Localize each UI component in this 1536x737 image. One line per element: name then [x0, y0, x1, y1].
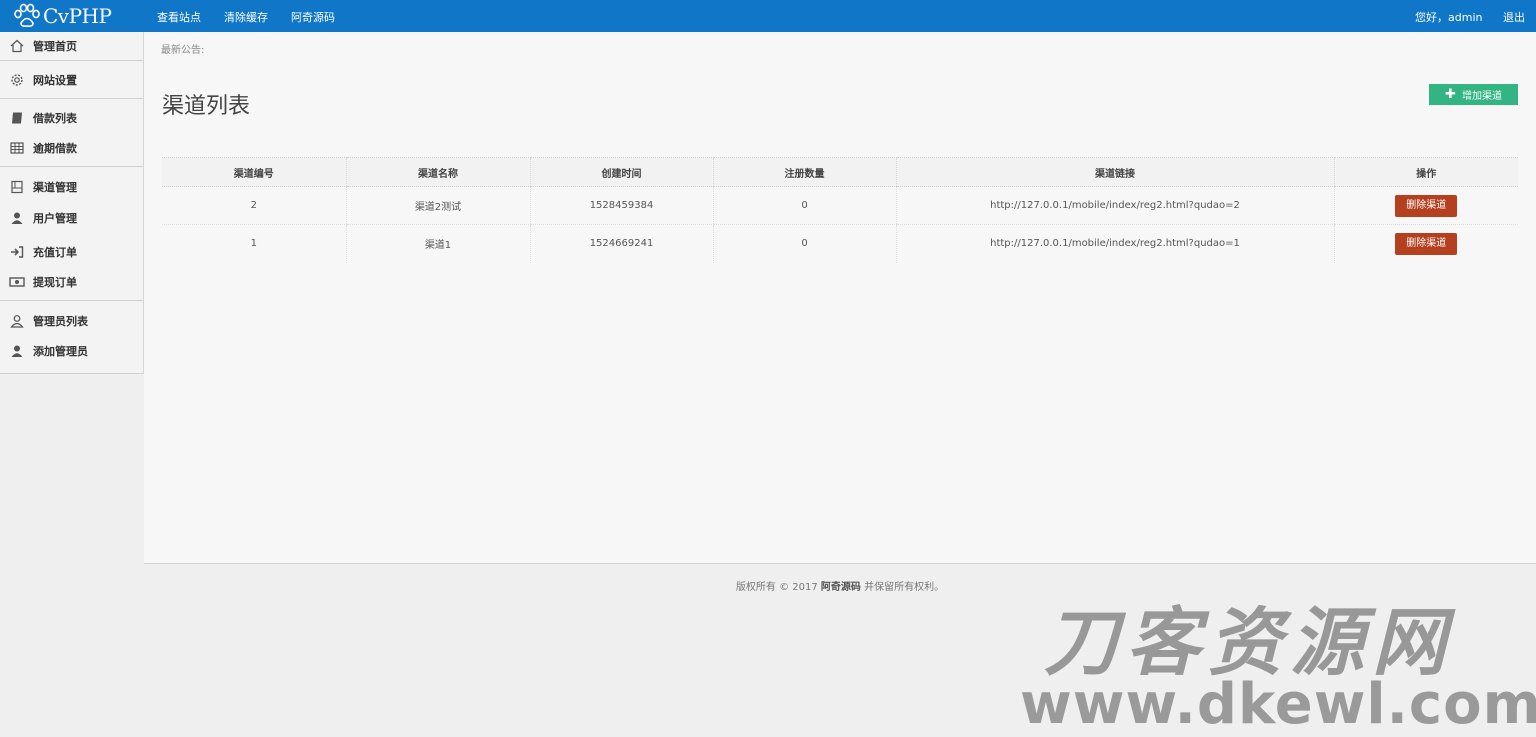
grid-icon — [9, 140, 25, 156]
money-icon — [9, 274, 25, 290]
sidebar-item-channels[interactable]: 渠道管理 — [0, 173, 143, 201]
sidebar-item-label: 借款列表 — [33, 112, 77, 125]
add-channel-label: 增加渠道 — [1461, 91, 1502, 102]
cell-actions: 删除渠道 — [1333, 224, 1518, 263]
sidebar-divider — [0, 166, 143, 167]
brand-logo[interactable]: CvPHP — [12, 3, 112, 29]
sidebar-divider — [0, 60, 143, 61]
sidebar-item-label: 网站设置 — [33, 74, 77, 87]
book-icon — [9, 110, 25, 126]
nav-aqi-source[interactable]: 阿奇源码 — [291, 9, 335, 25]
cell-channel-link: http://127.0.0.1/mobile/index/reg2.html?… — [895, 224, 1334, 263]
cell-created-time: 1528459384 — [529, 186, 713, 225]
footer-brand-link[interactable]: 阿奇源码 — [821, 582, 861, 593]
channel-table: 渠道编号 渠道名称 创建时间 注册数量 渠道链接 操作 2 渠道2测试 1528… — [162, 157, 1518, 263]
gear-icon — [9, 72, 25, 88]
cell-channel-name: 渠道1 — [345, 224, 530, 263]
cell-created-time: 1524669241 — [529, 224, 713, 263]
sidebar-divider — [0, 98, 143, 99]
signin-icon — [9, 244, 25, 260]
add-channel-button[interactable]: ✚ 增加渠道 — [1429, 84, 1518, 105]
table-header-row: 渠道编号 渠道名称 创建时间 注册数量 渠道链接 操作 — [162, 157, 1518, 187]
table-row: 1 渠道1 1524669241 0 http://127.0.0.1/mobi… — [162, 224, 1518, 263]
sidebar-item-admin-list[interactable]: 管理员列表 — [0, 307, 143, 335]
col-header-channel-link[interactable]: 渠道链接 — [895, 157, 1334, 187]
main-content: 最新公告: 渠道列表 ✚ 增加渠道 渠道编号 渠道名称 创建时间 注册数量 渠道… — [144, 32, 1536, 564]
table-row: 2 渠道2测试 1528459384 0 http://127.0.0.1/mo… — [162, 186, 1518, 225]
delete-channel-button[interactable]: 删除渠道 — [1395, 232, 1458, 255]
col-header-actions: 操作 — [1333, 157, 1518, 187]
footer-copyright: 版权所有 © 2017 — [735, 582, 818, 593]
delete-channel-button[interactable]: 删除渠道 — [1395, 194, 1458, 217]
watermark-text-en: www.dkewl.com — [1020, 672, 1536, 737]
user-outline-icon — [9, 313, 25, 329]
page-title: 渠道列表 — [162, 94, 251, 119]
sidebar-divider — [0, 300, 143, 301]
sidebar: 管理首页 网站设置 借款列表 逾期借款 渠道管理 用户管理 充值订单 提现订单 … — [0, 32, 144, 374]
sidebar-item-recharge-orders[interactable]: 充值订单 — [0, 238, 143, 266]
announcement: 最新公告: — [161, 45, 205, 56]
sidebar-item-label: 添加管理员 — [33, 345, 88, 358]
footer-rights: 并保留所有权利。 — [864, 582, 945, 593]
brand-name: CvPHP — [43, 4, 112, 28]
cell-channel-id: 2 — [162, 186, 346, 225]
cell-actions: 删除渠道 — [1333, 186, 1518, 225]
col-header-register-count[interactable]: 注册数量 — [712, 157, 896, 187]
cell-register-count: 0 — [712, 186, 896, 225]
nav-view-site[interactable]: 查看站点 — [157, 9, 201, 25]
box-icon — [9, 179, 25, 195]
sidebar-item-label: 逾期借款 — [33, 142, 77, 155]
plus-icon: ✚ — [1445, 87, 1456, 102]
sidebar-item-dashboard[interactable]: 管理首页 — [0, 32, 143, 60]
sidebar-item-overdue-loans[interactable]: 逾期借款 — [0, 134, 143, 162]
col-header-created-time[interactable]: 创建时间 — [529, 157, 713, 187]
cell-channel-id: 1 — [250, 238, 257, 250]
sidebar-item-label: 管理员列表 — [33, 315, 88, 328]
logout-link[interactable]: 退出 — [1503, 9, 1525, 25]
sidebar-item-label: 用户管理 — [33, 212, 77, 225]
sidebar-item-withdraw-orders[interactable]: 提现订单 — [0, 268, 143, 296]
col-header-channel-name[interactable]: 渠道名称 — [345, 157, 530, 187]
sidebar-item-label: 充值订单 — [33, 246, 77, 259]
user-icon — [9, 343, 25, 359]
user-icon — [9, 210, 25, 226]
paw-icon — [14, 3, 40, 27]
sidebar-item-loans[interactable]: 借款列表 — [0, 104, 143, 132]
col-header-channel-id[interactable]: 渠道编号 — [162, 157, 346, 187]
sidebar-item-label: 管理首页 — [33, 40, 77, 53]
cell-channel-name: 渠道2测试 — [345, 186, 530, 225]
sidebar-item-add-admin[interactable]: 添加管理员 — [0, 337, 143, 365]
sidebar-item-label: 渠道管理 — [33, 181, 77, 194]
home-icon — [9, 38, 25, 54]
sidebar-item-label: 提现订单 — [33, 276, 77, 289]
user-greeting[interactable]: 您好，admin — [1415, 9, 1482, 25]
nav-clear-cache[interactable]: 清除缓存 — [224, 9, 268, 25]
cell-register-count: 0 — [712, 224, 896, 263]
sidebar-item-site-settings[interactable]: 网站设置 — [0, 66, 143, 94]
top-navbar: CvPHP 查看站点 清除缓存 阿奇源码 您好，admin 退出 — [0, 0, 1536, 32]
sidebar-item-users[interactable]: 用户管理 — [0, 204, 143, 232]
cell-channel-link: http://127.0.0.1/mobile/index/reg2.html?… — [895, 186, 1334, 225]
